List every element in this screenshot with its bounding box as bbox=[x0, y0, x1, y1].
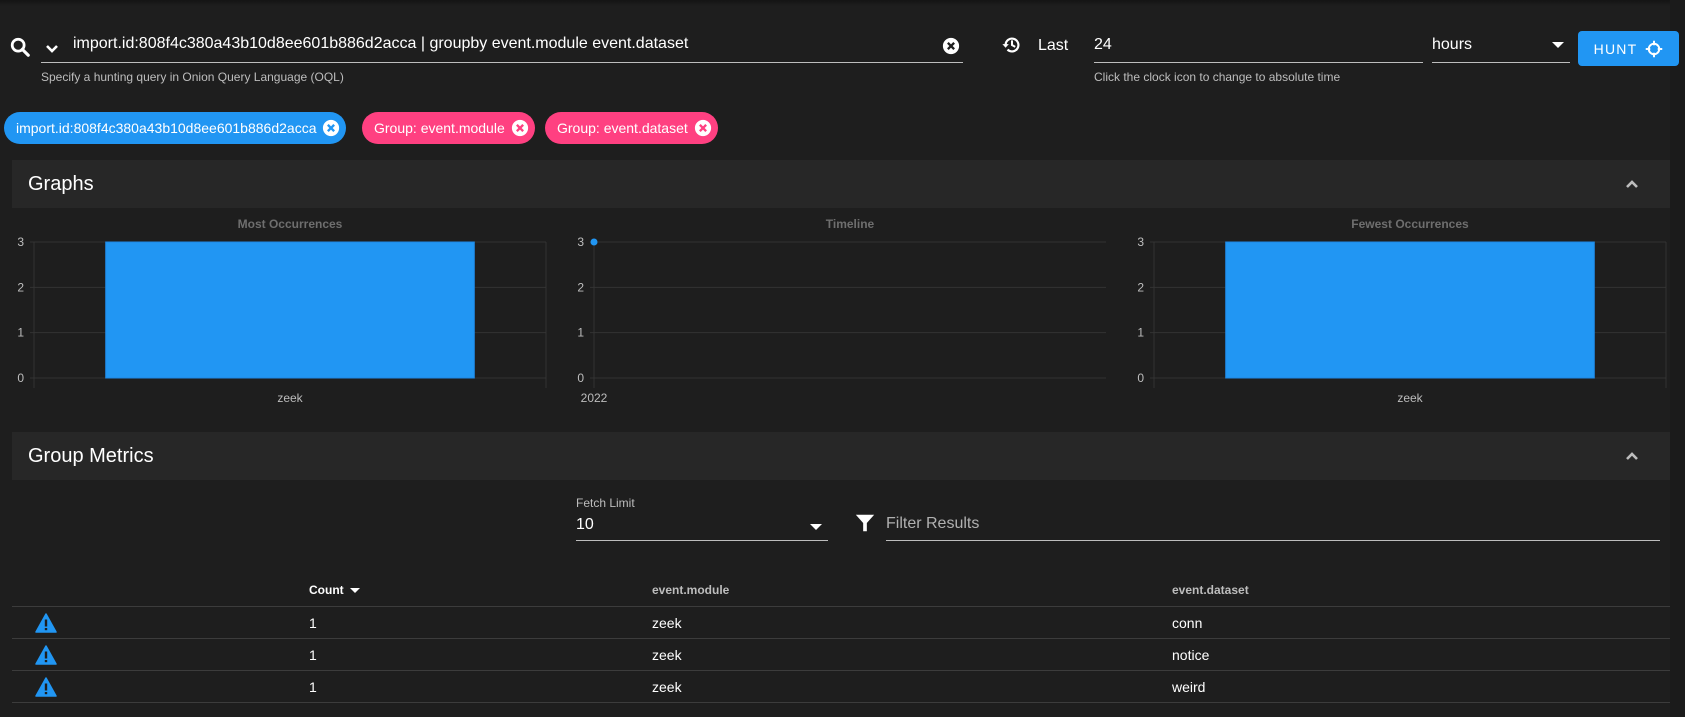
filter-chip-import-id[interactable]: import.id:808f4c380a43b10d8ee601b886d2ac… bbox=[4, 112, 347, 144]
column-header-label: Count bbox=[309, 583, 344, 597]
search-icon[interactable] bbox=[9, 36, 31, 58]
y-tick-label: 2 bbox=[577, 280, 584, 294]
time-range-input[interactable]: 24 bbox=[1094, 28, 1423, 63]
chip-label: Group: event.dataset bbox=[557, 120, 688, 136]
chart-most-occurrences: Most Occurrences 0 1 2 3 zeek bbox=[0, 214, 560, 404]
bar bbox=[105, 241, 475, 379]
alert-triangle-icon[interactable] bbox=[35, 645, 57, 665]
chip-label: Group: event.module bbox=[374, 120, 505, 136]
history-clock-icon[interactable] bbox=[1001, 34, 1023, 56]
x-tick-label: zeek bbox=[277, 391, 303, 404]
chart-timeline: Timeline 0 1 2 3 2022 bbox=[560, 214, 1120, 404]
y-tick-label: 1 bbox=[1137, 326, 1144, 340]
table-row[interactable]: 1 zeek conn bbox=[12, 607, 1670, 639]
y-tick-label: 0 bbox=[577, 371, 584, 385]
column-header-event-module[interactable]: event.module bbox=[652, 583, 729, 597]
y-tick-label: 2 bbox=[1137, 280, 1144, 294]
chart-title: Fewest Occurrences bbox=[1351, 217, 1469, 231]
cell-event-dataset: conn bbox=[1172, 615, 1203, 631]
cell-event-module: zeek bbox=[652, 679, 682, 695]
chart-title: Timeline bbox=[826, 217, 875, 231]
filter-results-field[interactable] bbox=[886, 512, 1660, 541]
chip-remove-icon[interactable] bbox=[322, 119, 340, 137]
cell-event-module: zeek bbox=[652, 615, 682, 631]
y-tick-label: 2 bbox=[17, 280, 24, 294]
chip-remove-icon[interactable] bbox=[694, 119, 712, 137]
time-range-hint: Click the clock icon to change to absolu… bbox=[1094, 70, 1341, 84]
time-range-value[interactable]: 24 bbox=[1094, 36, 1112, 54]
metrics-section-title: Group Metrics bbox=[28, 445, 154, 467]
alert-triangle-icon[interactable] bbox=[35, 677, 57, 697]
fetch-limit-value: 10 bbox=[576, 516, 594, 533]
graphs-section-title: Graphs bbox=[28, 173, 94, 195]
dropdown-caret-icon bbox=[810, 524, 822, 530]
metrics-section-header[interactable]: Group Metrics bbox=[12, 432, 1670, 480]
table-header: Count event.module event.dataset bbox=[12, 575, 1670, 607]
y-tick-label: 3 bbox=[17, 235, 24, 249]
hunt-button[interactable]: HUNT bbox=[1578, 31, 1679, 66]
chevron-up-icon[interactable] bbox=[1624, 176, 1640, 192]
cell-event-dataset: weird bbox=[1172, 679, 1206, 695]
group-metrics-table: Count event.module event.dataset 1 zeek … bbox=[12, 575, 1670, 703]
time-unit-value: hours bbox=[1432, 36, 1473, 53]
column-header-count[interactable]: Count bbox=[309, 583, 360, 597]
cell-count: 1 bbox=[309, 679, 317, 695]
y-tick-label: 3 bbox=[577, 235, 584, 249]
chevron-up-icon[interactable] bbox=[1624, 448, 1640, 464]
y-tick-label: 0 bbox=[17, 371, 24, 385]
y-tick-label: 0 bbox=[1137, 371, 1144, 385]
cell-count: 1 bbox=[309, 647, 317, 663]
group-chip-event-dataset[interactable]: Group: event.dataset bbox=[545, 112, 718, 144]
hunt-button-label: HUNT bbox=[1593, 40, 1638, 57]
table-row[interactable]: 1 zeek weird bbox=[12, 671, 1670, 703]
chip-label: import.id:808f4c380a43b10d8ee601b886d2ac… bbox=[16, 120, 317, 136]
cell-event-dataset: notice bbox=[1172, 647, 1210, 663]
column-header-event-dataset[interactable]: event.dataset bbox=[1172, 583, 1249, 597]
query-input[interactable]: import.id:808f4c380a43b10d8ee601b886d2ac… bbox=[41, 28, 963, 63]
fetch-limit-label: Fetch Limit bbox=[576, 496, 635, 510]
alert-triangle-icon[interactable] bbox=[35, 613, 57, 633]
query-text[interactable]: import.id:808f4c380a43b10d8ee601b886d2ac… bbox=[73, 35, 688, 53]
y-tick-label: 3 bbox=[1137, 235, 1144, 249]
chart-title: Most Occurrences bbox=[238, 217, 343, 231]
dropdown-caret-icon bbox=[1552, 42, 1564, 48]
fetch-limit-select[interactable]: 10 bbox=[576, 512, 828, 541]
filter-results-input[interactable] bbox=[886, 515, 1656, 533]
chip-remove-icon[interactable] bbox=[511, 119, 529, 137]
time-range-label: Last bbox=[1038, 37, 1069, 54]
y-tick-label: 1 bbox=[577, 326, 584, 340]
x-tick-label: 2022 bbox=[581, 391, 608, 404]
bar bbox=[1225, 241, 1595, 379]
cell-event-module: zeek bbox=[652, 647, 682, 663]
table-row[interactable]: 1 zeek notice bbox=[12, 639, 1670, 671]
group-chip-event-module[interactable]: Group: event.module bbox=[362, 112, 535, 144]
filter-icon bbox=[855, 514, 875, 532]
query-hint: Specify a hunting query in Onion Query L… bbox=[41, 70, 344, 84]
x-tick-label: zeek bbox=[1397, 391, 1423, 404]
chart-svg: Timeline 0 1 2 3 2022 bbox=[577, 217, 1106, 404]
y-tick-label: 1 bbox=[17, 326, 24, 340]
sort-descending-icon bbox=[349, 588, 360, 594]
clear-query-icon[interactable] bbox=[942, 37, 960, 55]
chart-svg: Fewest Occurrences 0 1 2 3 zeek bbox=[1137, 217, 1667, 404]
time-unit-select[interactable]: hours bbox=[1432, 28, 1570, 63]
cell-count: 1 bbox=[309, 615, 317, 631]
crosshair-icon bbox=[1646, 40, 1663, 57]
chart-fewest-occurrences: Fewest Occurrences 0 1 2 3 zeek bbox=[1120, 214, 1680, 404]
chart-svg: Most Occurrences 0 1 2 3 zeek bbox=[17, 217, 547, 404]
top-shadow bbox=[0, 0, 1685, 6]
data-point bbox=[590, 238, 598, 246]
graphs-section-header[interactable]: Graphs bbox=[12, 160, 1670, 208]
